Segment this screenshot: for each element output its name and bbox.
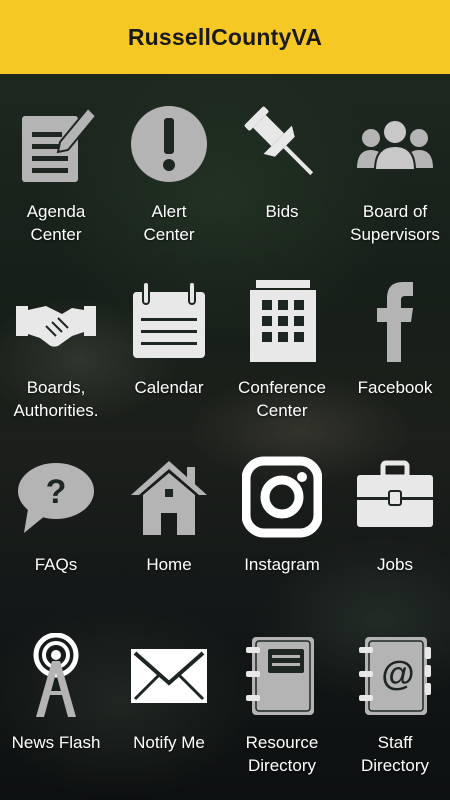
tile-label: News Flash	[11, 733, 101, 752]
tile-agenda-center[interactable]: Agenda Center	[0, 74, 112, 249]
tile-news-flash[interactable]: News Flash	[0, 605, 112, 780]
tile-label: Conference Center	[238, 378, 326, 420]
tile-notify-me[interactable]: Notify Me	[113, 605, 225, 780]
envelope-icon	[129, 633, 209, 717]
tile-faqs[interactable]: ? FAQs	[0, 427, 112, 602]
people-icon	[355, 102, 435, 186]
tile-label: Board of Supervisors	[350, 202, 440, 244]
tile-alert-center[interactable]: Alert Center	[113, 74, 225, 249]
tile-label: Boards, Authorities.	[13, 378, 99, 420]
app-header: RussellCountyVA	[0, 0, 450, 74]
app-title: RussellCountyVA	[127, 23, 323, 50]
tile-home[interactable]: Home	[113, 427, 225, 602]
tile-label: Instagram	[244, 555, 320, 574]
tile-instagram[interactable]: Instagram	[226, 427, 338, 602]
tile-label: Facebook	[357, 378, 433, 397]
house-icon	[129, 455, 209, 539]
tile-resource-directory[interactable]: Resource Directory	[226, 605, 338, 780]
tile-label: Jobs	[377, 555, 413, 574]
tile-calendar[interactable]: Calendar	[113, 250, 225, 425]
tile-jobs[interactable]: Jobs	[339, 427, 450, 602]
tile-label: Resource Directory	[245, 733, 319, 775]
tile-conference-center[interactable]: Conference Center	[226, 250, 338, 425]
tile-facebook[interactable]: Facebook	[339, 250, 450, 425]
tile-label: FAQs	[34, 555, 78, 574]
tile-label: Home	[146, 555, 192, 574]
agenda-icon	[16, 102, 96, 186]
alert-icon	[129, 102, 209, 186]
facebook-icon	[355, 278, 435, 362]
tile-label: Calendar	[134, 378, 204, 397]
app-grid: Agenda Center Alert Center Bids Board of…	[0, 74, 450, 800]
notebook-icon	[242, 633, 322, 717]
building-icon	[242, 278, 322, 362]
handshake-icon	[16, 278, 96, 362]
calendar-icon	[129, 278, 209, 362]
tile-label: Alert Center	[143, 202, 195, 244]
tile-label: Staff Directory	[360, 733, 429, 775]
tile-board-of-supervisors[interactable]: Board of Supervisors	[339, 74, 450, 249]
svg-text:@: @	[381, 655, 414, 693]
tile-boards-authorities[interactable]: Boards, Authorities.	[0, 250, 112, 425]
broadcast-tower-icon	[16, 633, 96, 717]
tile-label: Agenda Center	[26, 202, 86, 244]
tile-label: Notify Me	[133, 733, 205, 752]
address-book-icon: @	[355, 633, 435, 717]
tile-bids[interactable]: Bids	[226, 74, 338, 249]
briefcase-icon	[355, 455, 435, 539]
faq-bubble-icon: ?	[16, 455, 96, 539]
svg-text:?: ?	[46, 473, 67, 511]
tile-staff-directory[interactable]: @ Staff Directory	[339, 605, 450, 780]
pushpin-icon	[242, 102, 322, 186]
tile-label: Bids	[265, 202, 299, 221]
instagram-icon	[242, 455, 322, 539]
